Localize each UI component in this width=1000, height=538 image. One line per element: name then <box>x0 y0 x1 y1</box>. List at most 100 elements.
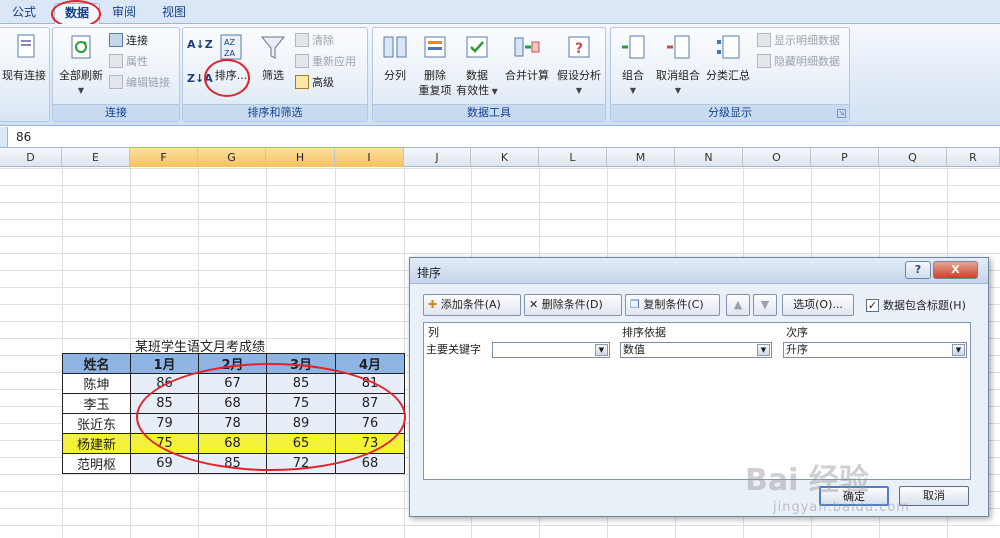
data-validation-label-1: 数据 <box>466 69 488 82</box>
cell-name[interactable]: 张近东 <box>62 413 131 434</box>
grid-header-order: 次序 <box>786 326 808 339</box>
link-icon <box>109 33 123 47</box>
ribbon: 现有连接 全部刷新 ▼ 连接 属性 编辑链接 连接 A↓Z Z↓A AZ ZA 排… <box>0 24 1000 126</box>
show-detail-button[interactable]: 显示明细数据 <box>757 32 840 50</box>
column-header-p[interactable]: P <box>811 148 879 167</box>
tab-review[interactable]: 审阅 <box>102 3 146 24</box>
advanced-button[interactable]: 高级 <box>295 74 334 92</box>
group-label: 组合 <box>622 69 644 82</box>
reapply-button[interactable]: 重新应用 <box>295 53 356 71</box>
show-detail-icon <box>757 33 771 47</box>
sort-dialog-icon: AZ ZA <box>220 34 242 60</box>
column-header-n[interactable]: N <box>675 148 743 167</box>
header-name[interactable]: 姓名 <box>62 353 131 374</box>
close-button[interactable]: X <box>933 261 978 279</box>
column-header-f[interactable]: F <box>130 148 198 167</box>
existing-connections-button[interactable]: 现有连接 <box>1 32 47 83</box>
subtotal-button[interactable]: 分类汇总 <box>703 32 753 83</box>
chain-icon <box>109 75 123 89</box>
group-button[interactable]: 组合 ▼ <box>613 32 653 98</box>
copy-level-label: 复制条件(C) <box>643 298 704 311</box>
group-label-data-tools: 数据工具 <box>373 104 605 121</box>
connections-button[interactable]: 连接 <box>109 32 148 50</box>
has-headers-checkbox[interactable]: ✓ <box>866 299 879 312</box>
chevron-down-icon: ▼ <box>757 344 770 356</box>
options-button[interactable]: 选项(O)... <box>782 294 854 316</box>
column-header-o[interactable]: O <box>743 148 811 167</box>
ungroup-button[interactable]: 取消组合 ▼ <box>653 32 703 98</box>
order-select[interactable]: 升序 ▼ <box>783 342 967 358</box>
column-header-e[interactable]: E <box>62 148 130 167</box>
properties-button[interactable]: 属性 <box>109 53 148 71</box>
cell-name[interactable]: 陈坤 <box>62 373 131 394</box>
consolidate-icon <box>514 37 540 57</box>
data-validation-label-2: 有效性 <box>456 84 490 97</box>
delete-icon: ✕ <box>529 298 539 311</box>
delete-level-button[interactable]: ✕ 删除条件(D) <box>524 294 622 316</box>
svg-text:ZA: ZA <box>224 49 235 58</box>
group-outline: 组合 ▼ 取消组合 ▼ 分类汇总 显示明细数据 隐藏明细数据 分级显示 ↘ <box>610 27 850 122</box>
group-data-tools: 分列 删除 重复项 数据 有效性 ▼ 合并计算 ? 假设分析 ▼ 数据工具 <box>372 27 606 122</box>
add-level-label: 添加条件(A) <box>440 298 501 311</box>
header-month-4[interactable]: 4月 <box>335 353 405 374</box>
group-icon <box>622 35 645 59</box>
column-header-q[interactable]: Q <box>879 148 947 167</box>
columns-icon <box>383 36 407 58</box>
arrow-down-icon: ▼ <box>760 298 770 311</box>
column-header-j[interactable]: J <box>404 148 471 167</box>
move-down-button[interactable]: ▼ <box>753 294 777 316</box>
svg-text:AZ: AZ <box>224 38 235 47</box>
copy-level-button[interactable]: ❐ 复制条件(C) <box>625 294 720 316</box>
dialog-title-bar[interactable]: 排序 ? X <box>410 258 988 284</box>
formula-input[interactable]: 86 <box>16 130 31 144</box>
group-label-connections: 连接 <box>53 104 179 121</box>
clear-icon <box>295 33 309 47</box>
cell-name[interactable]: 范明枢 <box>62 453 131 474</box>
chevron-down-icon: ▼ <box>489 87 498 96</box>
column-header-d[interactable]: D <box>0 148 62 167</box>
tab-view[interactable]: 视图 <box>152 3 196 24</box>
sort-on-select[interactable]: 数值 ▼ <box>620 342 772 358</box>
what-if-label: 假设分析 <box>557 69 601 82</box>
dialog-title: 排序 <box>417 266 442 280</box>
consolidate-button[interactable]: 合并计算 <box>501 32 553 83</box>
column-select[interactable]: ▼ <box>492 342 610 358</box>
cell-name[interactable]: 杨建新 <box>62 433 131 454</box>
funnel-icon <box>260 36 286 59</box>
reapply-icon <box>295 54 309 68</box>
show-detail-label: 显示明细数据 <box>774 34 840 47</box>
column-header-m[interactable]: M <box>607 148 675 167</box>
refresh-all-button[interactable]: 全部刷新 ▼ <box>55 32 107 98</box>
watermark-url: jingyan.baidu.com <box>773 500 910 515</box>
tab-formulas[interactable]: 公式 <box>2 3 46 24</box>
consolidate-label: 合并计算 <box>505 69 549 82</box>
filter-button[interactable]: 筛选 <box>253 32 293 83</box>
remove-duplicates-button[interactable]: 删除 重复项 <box>413 32 457 98</box>
arrow-up-icon: ▲ <box>733 298 743 311</box>
add-level-button[interactable]: ✚ 添加条件(A) <box>423 294 521 316</box>
column-header-i[interactable]: I <box>335 148 404 167</box>
data-validation-button[interactable]: 数据 有效性 ▼ <box>455 32 499 99</box>
clear-button[interactable]: 清除 <box>295 32 334 50</box>
move-up-button[interactable]: ▲ <box>726 294 750 316</box>
edit-links-button[interactable]: 编辑链接 <box>109 74 170 92</box>
cell-name[interactable]: 李玉 <box>62 393 131 414</box>
column-header-h[interactable]: H <box>266 148 335 167</box>
primary-key-label: 主要关键字 <box>426 343 481 356</box>
column-header-l[interactable]: L <box>539 148 607 167</box>
data-validation-label-2-row: 有效性 ▼ <box>455 83 499 99</box>
column-header-r[interactable]: R <box>947 148 1000 167</box>
text-to-columns-button[interactable]: 分列 <box>375 32 415 83</box>
what-if-analysis-button[interactable]: ? 假设分析 ▼ <box>553 32 605 98</box>
help-button[interactable]: ? <box>905 261 931 279</box>
column-header-g[interactable]: G <box>198 148 266 167</box>
properties-icon <box>109 54 123 68</box>
annotation-circle-sort <box>204 59 250 97</box>
refresh-all-label: 全部刷新 <box>59 69 103 82</box>
dialog-launcher-icon[interactable]: ↘ <box>837 109 846 118</box>
hide-detail-button[interactable]: 隐藏明细数据 <box>757 53 840 71</box>
delete-level-label: 删除条件(D) <box>541 298 603 311</box>
column-header-k[interactable]: K <box>471 148 539 167</box>
edit-links-label: 编辑链接 <box>126 76 170 89</box>
header-month-1[interactable]: 1月 <box>130 353 199 374</box>
